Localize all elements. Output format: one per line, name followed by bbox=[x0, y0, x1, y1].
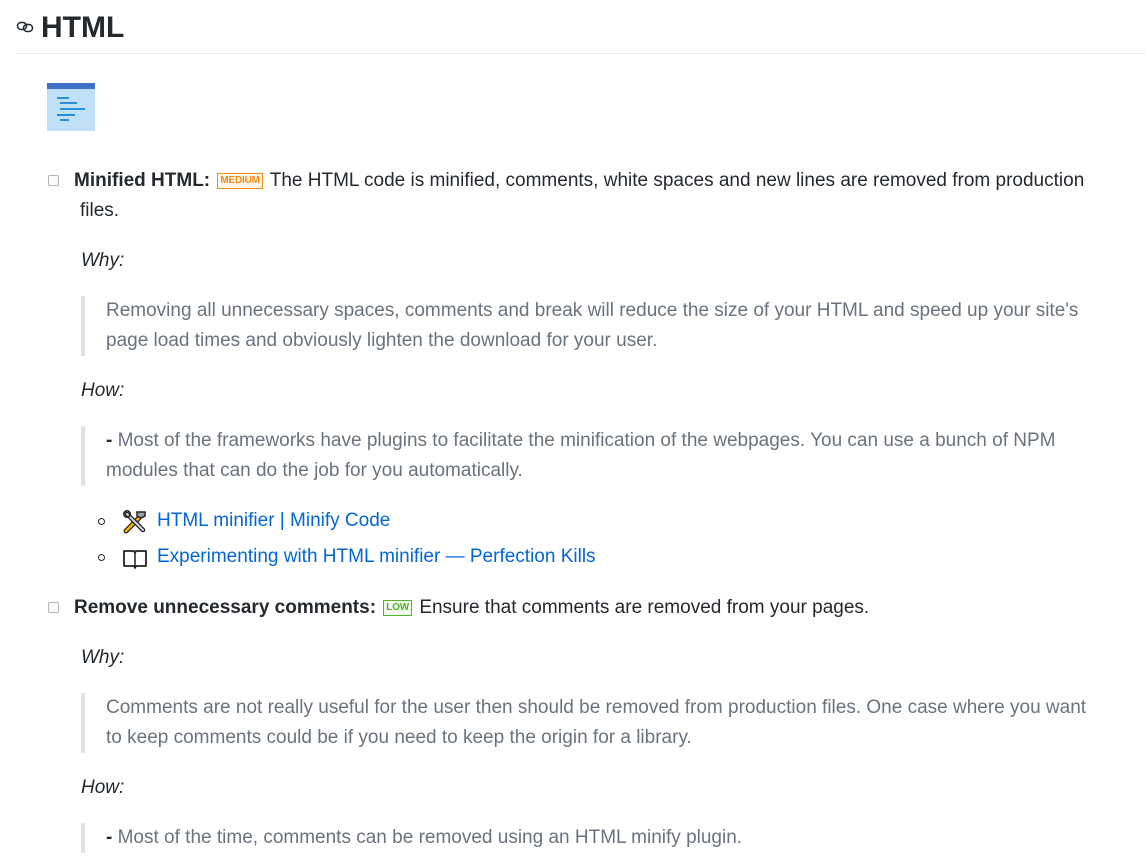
bullet bbox=[98, 518, 105, 525]
why-text-line: page load times and obviously lighten th… bbox=[106, 330, 658, 351]
why-heading: Why: bbox=[81, 647, 125, 668]
how-heading: How: bbox=[81, 777, 125, 798]
item-description: The HTML code is minified, comments, whi… bbox=[269, 170, 1085, 191]
document-lines-icon bbox=[47, 83, 95, 131]
how-text-line: modules that can do the job for you auto… bbox=[106, 460, 523, 481]
item-label: Minified HTML: bbox=[74, 170, 211, 191]
why-text-line: to keep comments could be if you need to… bbox=[106, 727, 692, 748]
item-description: Ensure that comments are removed from yo… bbox=[419, 597, 870, 618]
why-blockquote: Comments are not really useful for the u… bbox=[81, 693, 1141, 753]
checklist-item-remove-comments: Remove unnecessary comments: LOW Ensure … bbox=[48, 593, 1138, 623]
checklist-item-minified-html: Minified HTML: MEDIUM The HTML code is m… bbox=[48, 166, 1138, 226]
dash: - bbox=[106, 827, 113, 848]
dash: - bbox=[106, 430, 113, 451]
checklist-page: HTML Minified HTML: MEDIUM The HTML code… bbox=[0, 0, 1145, 860]
how-text-line: Most of the time, comments can be remove… bbox=[117, 827, 743, 848]
item-checkbox[interactable] bbox=[48, 602, 59, 613]
item-checkbox[interactable] bbox=[48, 175, 59, 186]
section-heading: HTML bbox=[16, 6, 1145, 54]
why-text-line: Comments are not really useful for the u… bbox=[106, 697, 1087, 718]
link-experimenting-html-minifier[interactable]: Experimenting with HTML minifier — Perfe… bbox=[157, 542, 596, 572]
how-blockquote: - Most of the time, comments can be remo… bbox=[81, 823, 1141, 853]
link-icon[interactable] bbox=[16, 20, 36, 34]
priority-badge-low: LOW bbox=[383, 600, 413, 616]
item-label: Remove unnecessary comments: bbox=[74, 597, 377, 618]
why-text-line: Removing all unnecessary spaces, comment… bbox=[106, 300, 1079, 321]
bullet bbox=[98, 554, 105, 561]
why-blockquote: Removing all unnecessary spaces, comment… bbox=[81, 296, 1141, 356]
why-heading: Why: bbox=[81, 250, 125, 271]
priority-badge-medium: MEDIUM bbox=[217, 173, 263, 189]
section-title: HTML bbox=[41, 11, 125, 44]
book-icon bbox=[122, 545, 148, 571]
link-html-minifier[interactable]: HTML minifier | Minify Code bbox=[157, 506, 390, 536]
tools-icon bbox=[122, 509, 148, 535]
how-text-line: Most of the frameworks have plugins to f… bbox=[117, 430, 1056, 451]
how-blockquote: - Most of the frameworks have plugins to… bbox=[81, 426, 1141, 486]
item-description-cont: files. bbox=[80, 200, 120, 221]
how-heading: How: bbox=[81, 380, 125, 401]
